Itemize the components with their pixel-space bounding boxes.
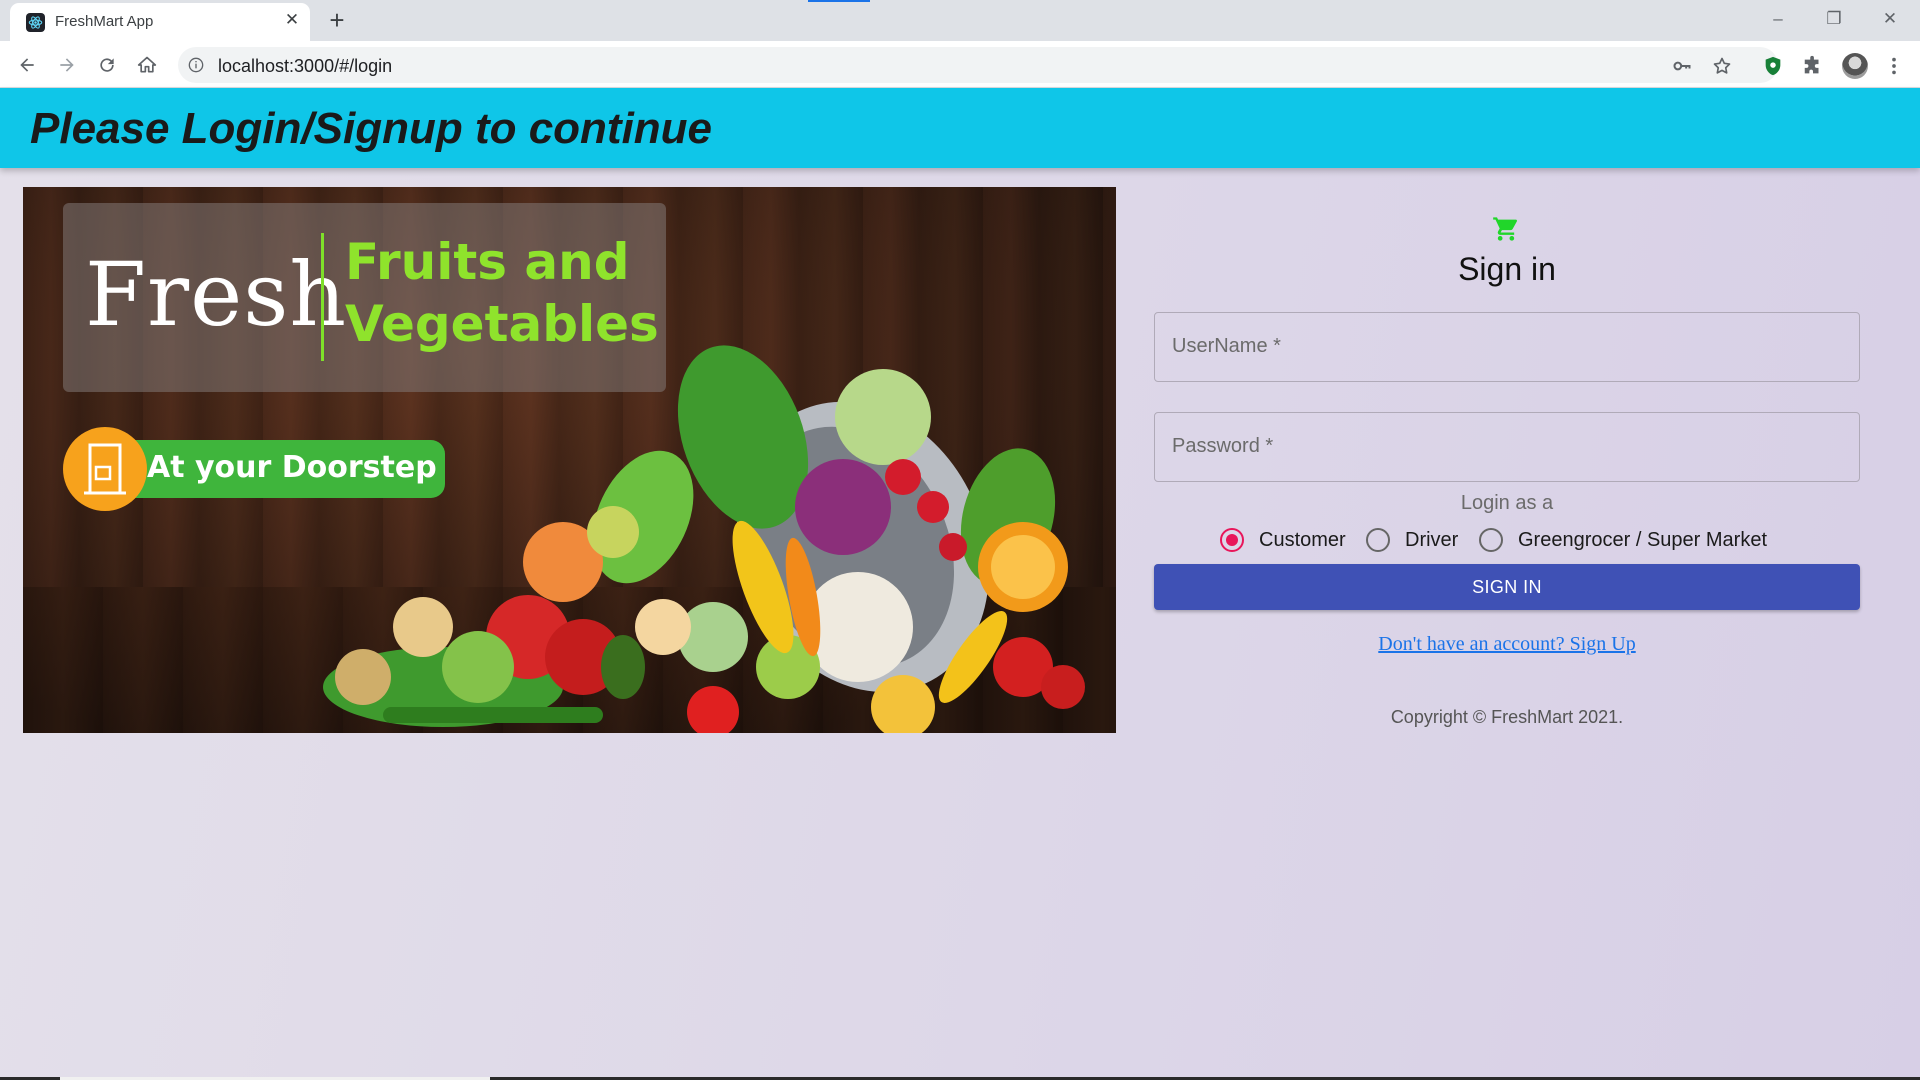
signin-title: Sign in bbox=[1458, 251, 1556, 287]
back-arrow-icon bbox=[20, 58, 34, 72]
password-field[interactable]: Password * bbox=[1154, 412, 1860, 482]
bookmark-star-icon[interactable] bbox=[1712, 56, 1732, 76]
url-text[interactable]: localhost:3000/#/login bbox=[218, 56, 392, 77]
browser-tab-strip: FreshMart App ✕ + – ❐ ✕ bbox=[0, 0, 1920, 41]
doorstep-tagline: At your Doorstep bbox=[147, 450, 437, 485]
profile-avatar[interactable] bbox=[1842, 53, 1868, 79]
banner-headline-line2: Vegetables bbox=[345, 295, 659, 353]
extensions-puzzle-icon[interactable] bbox=[1802, 55, 1824, 77]
home-icon bbox=[137, 56, 157, 73]
app-bar: Please Login/Signup to continue bbox=[0, 88, 1920, 168]
sign-in-button[interactable]: SIGN IN bbox=[1154, 564, 1860, 610]
address-bar[interactable]: localhost:3000/#/login bbox=[178, 47, 1778, 83]
role-radio-greengrocer[interactable]: Greengrocer / Super Market bbox=[1479, 522, 1767, 558]
restore-button[interactable]: ❐ bbox=[1814, 6, 1854, 32]
page-content: Please Login/Signup to continue Fresh Fr… bbox=[0, 88, 1920, 1080]
home-button[interactable] bbox=[132, 50, 162, 80]
reload-icon bbox=[100, 58, 114, 72]
reload-button[interactable] bbox=[92, 50, 122, 80]
role-radio-customer[interactable]: Customer bbox=[1220, 522, 1346, 558]
copyright-text: Copyright © FreshMart 2021. bbox=[1390, 707, 1624, 727]
shield-extension-icon[interactable] bbox=[1762, 55, 1784, 77]
signin-form: Sign in UserName * Password * Login as a… bbox=[1154, 187, 1860, 727]
fresh-logo-text: Fresh bbox=[85, 243, 348, 346]
login-as-label: Login as a bbox=[1460, 492, 1554, 514]
react-favicon-icon bbox=[26, 13, 45, 32]
door-icon bbox=[63, 427, 147, 511]
username-label: UserName * bbox=[1172, 335, 1281, 357]
minimize-button[interactable]: – bbox=[1758, 6, 1798, 32]
browser-toolbar: localhost:3000/#/login bbox=[0, 41, 1920, 88]
forward-button[interactable] bbox=[52, 50, 82, 80]
hero-banner-image: Fresh Fruits and Vegetables At your Door… bbox=[23, 187, 1116, 733]
role-radio-driver[interactable]: Driver bbox=[1366, 522, 1458, 558]
banner-title-card: Fresh Fruits and Vegetables bbox=[63, 203, 666, 392]
tab-title: FreshMart App bbox=[55, 13, 154, 30]
doorstep-badge: At your Doorstep bbox=[127, 440, 445, 498]
back-button[interactable] bbox=[12, 50, 42, 80]
radio-unchecked-icon[interactable] bbox=[1479, 528, 1503, 552]
radio-unchecked-icon[interactable] bbox=[1366, 528, 1390, 552]
page-title: Please Login/Signup to continue bbox=[30, 104, 713, 153]
tab-close-icon[interactable]: ✕ bbox=[282, 10, 302, 30]
browser-tab[interactable]: FreshMart App ✕ bbox=[10, 3, 310, 41]
sign-up-link[interactable]: Don't have an account? Sign Up bbox=[1154, 633, 1860, 656]
site-info-icon[interactable] bbox=[188, 57, 204, 73]
forward-arrow-icon bbox=[60, 58, 74, 72]
close-window-button[interactable]: ✕ bbox=[1870, 6, 1910, 32]
key-icon[interactable] bbox=[1672, 56, 1692, 76]
radio-checked-icon[interactable] bbox=[1220, 528, 1244, 552]
shopping-cart-icon bbox=[1493, 217, 1518, 241]
new-tab-button[interactable]: + bbox=[324, 7, 350, 34]
banner-headline-line1: Fruits and bbox=[345, 233, 630, 291]
password-label: Password * bbox=[1172, 435, 1274, 457]
chrome-menu-icon[interactable] bbox=[1883, 55, 1905, 77]
username-field[interactable]: UserName * bbox=[1154, 312, 1860, 382]
loading-indicator bbox=[808, 0, 870, 2]
role-radio-group: Customer Driver Greengrocer / Super Mark… bbox=[1154, 522, 1860, 558]
